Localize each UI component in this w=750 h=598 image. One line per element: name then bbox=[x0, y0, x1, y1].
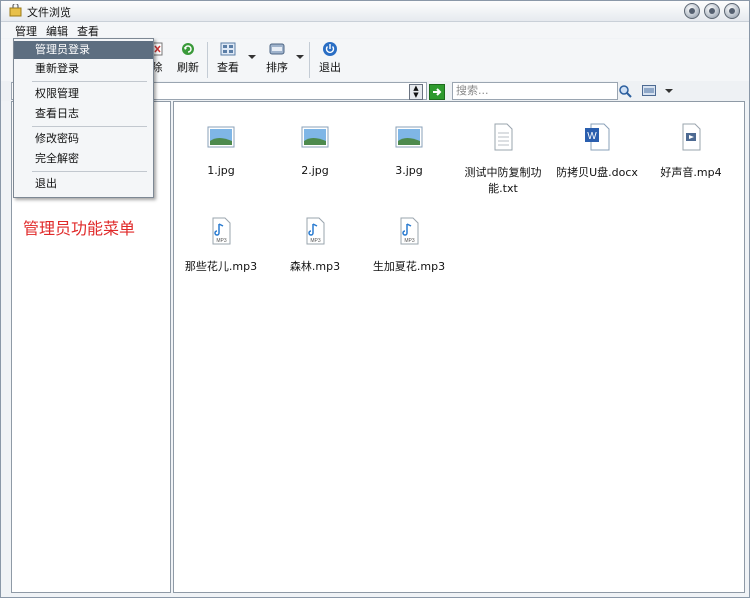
menu-item-admin-login[interactable]: 管理员登录 bbox=[14, 41, 153, 59]
file-item[interactable]: MP3 生加夏花.mp3 bbox=[362, 216, 456, 274]
list-view-icon[interactable] bbox=[642, 85, 656, 96]
search-icon[interactable] bbox=[618, 84, 632, 98]
view-dropdown-arrow-icon[interactable] bbox=[248, 55, 256, 59]
view-label: 查看 bbox=[217, 61, 239, 74]
file-name: 森林.mp3 bbox=[289, 260, 341, 273]
file-item[interactable]: 2.jpg bbox=[268, 122, 362, 177]
menu-edit[interactable]: 编辑 bbox=[46, 23, 68, 39]
manage-dropdown-menu: 管理员登录 重新登录 权限管理 查看日志 修改密码 完全解密 退出 bbox=[13, 38, 154, 198]
menu-separator bbox=[32, 81, 147, 82]
file-item[interactable]: 1.jpg bbox=[174, 122, 268, 177]
file-name: 1.jpg bbox=[207, 164, 235, 177]
word-file-icon: W bbox=[582, 122, 612, 152]
arrow-right-icon bbox=[433, 88, 442, 96]
file-name: 那些花儿.mp3 bbox=[184, 260, 258, 273]
svg-text:MP3: MP3 bbox=[310, 238, 321, 244]
sort-button[interactable]: 排序 bbox=[264, 41, 290, 75]
sort-dropdown-arrow-icon[interactable] bbox=[296, 55, 304, 59]
svg-text:MP3: MP3 bbox=[404, 238, 415, 244]
app-icon bbox=[9, 4, 22, 17]
file-list-pane[interactable]: 1.jpg 2.jpg 3.jpg 测试中防复制功能.txt W 防拷贝U盘.d… bbox=[173, 101, 745, 593]
window-title: 文件浏览 bbox=[27, 6, 71, 19]
file-item[interactable]: 3.jpg bbox=[362, 122, 456, 177]
svg-text:W: W bbox=[587, 131, 597, 142]
video-file-icon bbox=[676, 122, 706, 152]
menu-separator bbox=[32, 171, 147, 172]
menu-item-permission[interactable]: 权限管理 bbox=[14, 85, 153, 103]
path-spinner[interactable]: ▲ ▼ bbox=[409, 84, 423, 100]
toolbar-separator bbox=[309, 42, 310, 78]
refresh-label: 刷新 bbox=[177, 61, 199, 74]
file-name: 生加夏花.mp3 bbox=[372, 260, 446, 273]
svg-text:MP3: MP3 bbox=[216, 238, 227, 244]
file-name: 好声音.mp4 bbox=[660, 166, 722, 179]
menu-item-relogin[interactable]: 重新登录 bbox=[14, 60, 153, 78]
menu-item-full-decrypt[interactable]: 完全解密 bbox=[14, 150, 153, 168]
file-item[interactable]: MP3 那些花儿.mp3 bbox=[174, 216, 268, 274]
image-file-icon bbox=[300, 122, 330, 152]
menu-item-view-log[interactable]: 查看日志 bbox=[14, 105, 153, 123]
menu-bar: 管理 编辑 查看 bbox=[1, 22, 749, 38]
power-icon bbox=[322, 41, 338, 57]
menu-item-exit[interactable]: 退出 bbox=[14, 175, 153, 193]
go-button[interactable] bbox=[429, 84, 445, 100]
menu-view[interactable]: 查看 bbox=[77, 23, 99, 39]
view-mode-arrow-icon[interactable] bbox=[665, 89, 673, 93]
audio-file-icon: MP3 bbox=[300, 216, 330, 246]
menu-separator bbox=[32, 126, 147, 127]
toolbar-separator bbox=[207, 42, 208, 78]
file-item[interactable]: MP3 森林.mp3 bbox=[268, 216, 362, 274]
file-item[interactable]: 好声音.mp4 bbox=[644, 122, 738, 180]
exit-button[interactable]: 退出 bbox=[317, 41, 343, 75]
title-bar: 文件浏览 bbox=[1, 1, 749, 22]
file-name: 测试中防复制功能.txt bbox=[464, 166, 542, 195]
annotation-label: 管理员功能菜单 bbox=[23, 219, 136, 238]
search-input[interactable]: 搜索... bbox=[452, 82, 618, 100]
file-name: 2.jpg bbox=[301, 164, 329, 177]
view-button[interactable]: 查看 bbox=[215, 41, 241, 75]
refresh-icon bbox=[180, 41, 196, 57]
sort-icon bbox=[269, 41, 285, 57]
file-item[interactable]: 测试中防复制功能.txt bbox=[456, 122, 550, 196]
image-file-icon bbox=[206, 122, 236, 152]
menu-item-change-password[interactable]: 修改密码 bbox=[14, 130, 153, 148]
menu-manage[interactable]: 管理 bbox=[15, 23, 37, 39]
maximize-button[interactable] bbox=[704, 3, 720, 19]
image-file-icon bbox=[394, 122, 424, 152]
minimize-button[interactable] bbox=[684, 3, 700, 19]
file-browser-window: 文件浏览 管理 编辑 查看 除 刷新 查看 排序 退出 ▲ ▼ 搜索... 管理… bbox=[0, 0, 750, 598]
sort-label: 排序 bbox=[266, 61, 288, 74]
file-item[interactable]: W 防拷贝U盘.docx bbox=[550, 122, 644, 180]
audio-file-icon: MP3 bbox=[394, 216, 424, 246]
file-name: 防拷贝U盘.docx bbox=[556, 166, 638, 179]
text-file-icon bbox=[488, 122, 518, 152]
audio-file-icon: MP3 bbox=[206, 216, 236, 246]
file-name: 3.jpg bbox=[395, 164, 423, 177]
refresh-button[interactable]: 刷新 bbox=[175, 41, 201, 75]
close-button[interactable] bbox=[724, 3, 740, 19]
exit-label: 退出 bbox=[319, 61, 341, 74]
view-grid-icon bbox=[220, 41, 236, 57]
